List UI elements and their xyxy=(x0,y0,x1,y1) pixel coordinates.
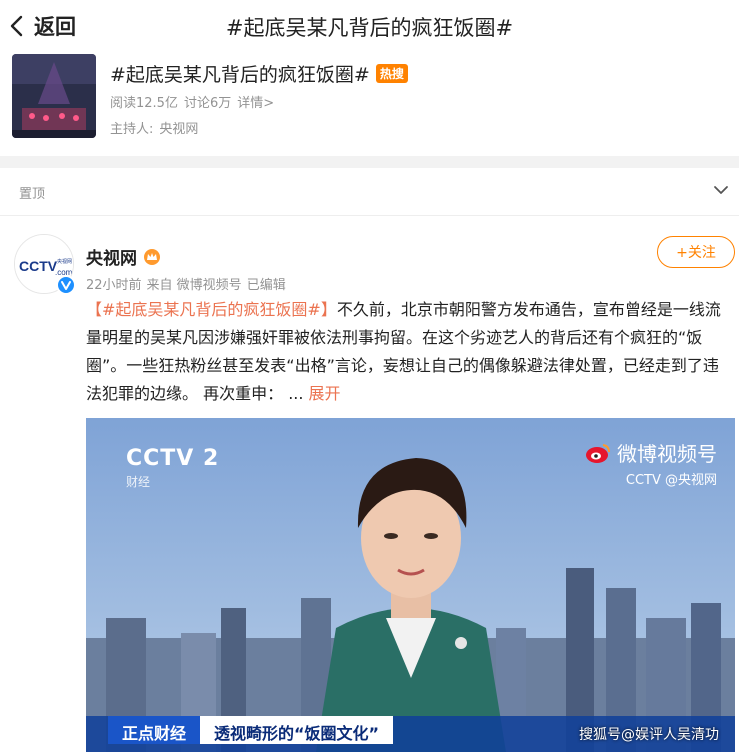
read-count: 阅读12.5亿 xyxy=(110,96,178,111)
post-time: 22小时前 xyxy=(86,278,142,293)
host-name[interactable]: 央视网 xyxy=(159,118,198,137)
expand-link[interactable]: 展开 xyxy=(309,384,341,403)
weibo-icon xyxy=(586,443,610,463)
pinned-label: 置顶 xyxy=(19,187,46,202)
discussion-count: 讨论6万 xyxy=(183,96,232,111)
video-brand-name: 微博视频号 xyxy=(617,442,717,466)
host-row: 主持人: 央视网 xyxy=(110,118,198,137)
watermark: 搜狐号@娱评人吴清功 xyxy=(579,727,719,743)
channel-logo: CCTV 2 财经 xyxy=(126,446,219,490)
post-source: 来自 微博视频号 xyxy=(146,278,242,293)
channel-name: CCTV 2 xyxy=(126,446,220,471)
crown-icon xyxy=(144,248,160,265)
post-meta: 22小时前 来自 微博视频号 已编辑 xyxy=(86,274,286,293)
detail-link[interactable]: 详情> xyxy=(237,92,274,111)
chevron-down-icon[interactable] xyxy=(713,184,729,196)
author-name[interactable]: 央视网 xyxy=(86,244,137,269)
post-ellipsis: ... xyxy=(288,384,304,403)
video-player[interactable]: CCTV 2 财经 微博视频号 CCTV @央视网 正点财经 透视畸形的“饭圈文… xyxy=(86,418,735,752)
page-title: #起底吴某凡背后的疯狂饭圈# xyxy=(225,16,514,40)
topic-name: #起底吴某凡背后的疯狂饭圈# xyxy=(110,64,370,86)
svg-text:CCTV: CCTV xyxy=(19,258,58,274)
hot-badge: 热搜 xyxy=(375,64,408,83)
video-brand-sub: CCTV @央视网 xyxy=(625,473,717,488)
top-bar: 返回 #起底吴某凡背后的疯狂饭圈# xyxy=(0,0,739,52)
post-body: 【#起底吴某凡背后的疯狂饭圈#】不久前，北京市朝阳警方发布通告，宣布曾经是一线流… xyxy=(86,296,731,408)
video-brand: 微博视频号 CCTV @央视网 xyxy=(585,438,717,488)
host-label: 主持人: xyxy=(110,122,154,137)
pinned-header: 置顶 xyxy=(0,168,739,216)
post-header: CCTV .com 央视网 央视网 22小时前 来自 微博视频号 已编辑 +关注 xyxy=(0,228,739,298)
follow-button[interactable]: +关注 xyxy=(657,236,735,268)
ticker-program: 正点财经 xyxy=(108,716,201,744)
post-hashtag[interactable]: 【#起底吴某凡背后的疯狂饭圈#】 xyxy=(86,300,337,319)
post-edited: 已编辑 xyxy=(246,278,286,293)
verified-icon xyxy=(56,275,76,295)
ticker-headline: 透视畸形的“饭圈文化” xyxy=(200,716,394,744)
topic-stats: 阅读12.5亿 讨论6万 详情> xyxy=(110,92,274,111)
lower-third: 正点财经 透视畸形的“饭圈文化” xyxy=(108,716,394,744)
section-divider xyxy=(0,156,739,168)
topic-card: #起底吴某凡背后的疯狂饭圈# 热搜 阅读12.5亿 讨论6万 详情> 主持人: … xyxy=(0,52,739,156)
channel-sub: 财经 xyxy=(126,475,151,489)
topic-thumbnail[interactable] xyxy=(12,54,96,138)
svg-text:央视网: 央视网 xyxy=(57,258,72,265)
